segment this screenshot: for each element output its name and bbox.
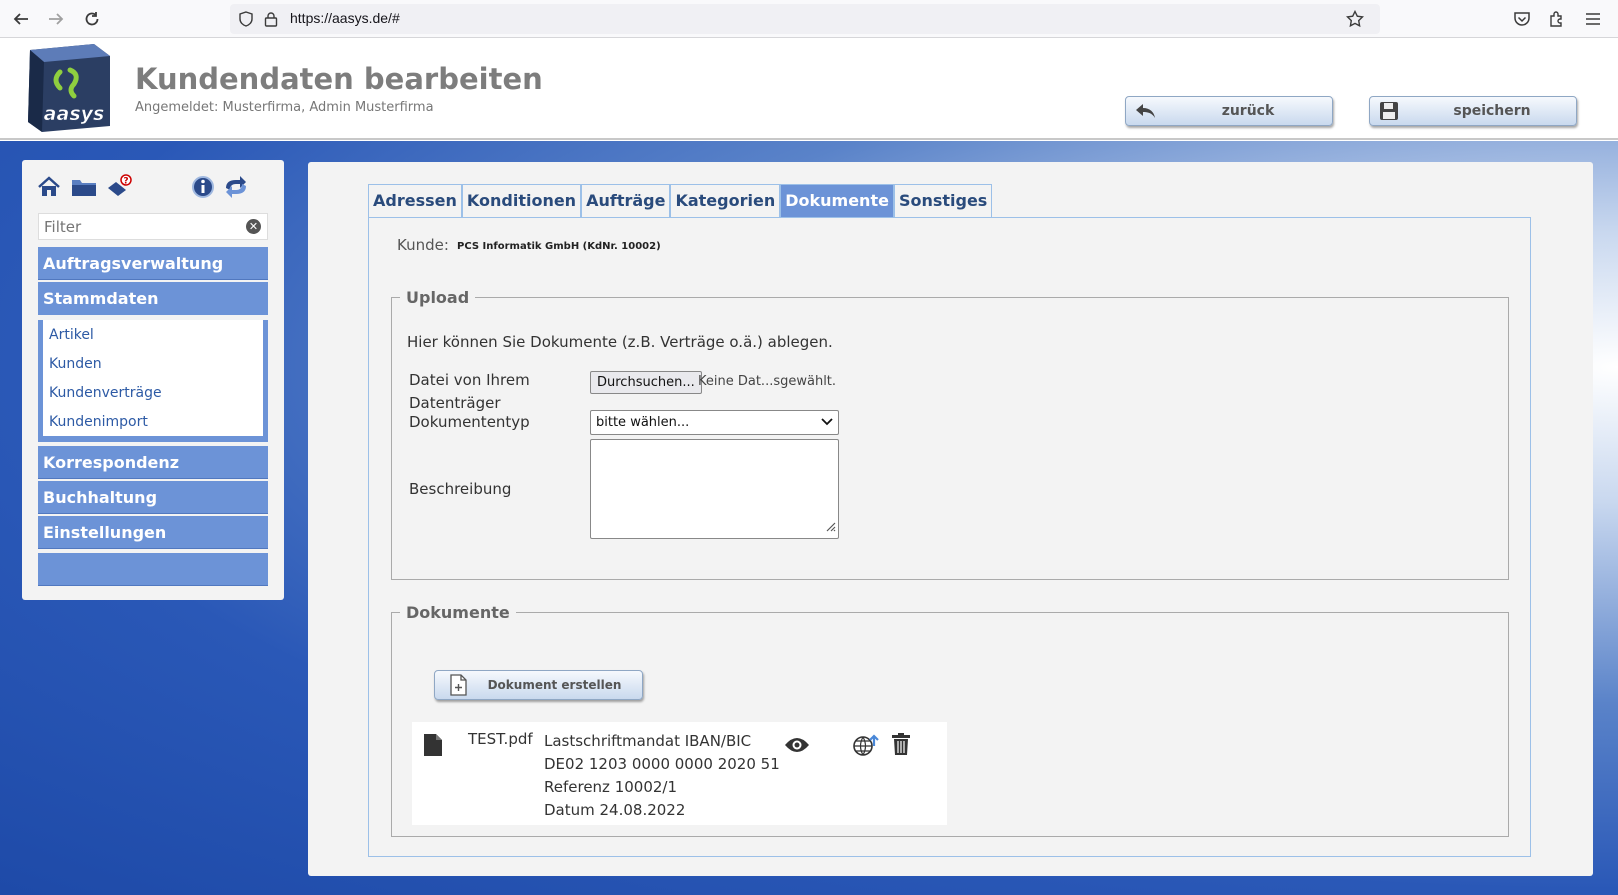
description-label: Beschreibung	[409, 480, 512, 498]
tab-auftraege[interactable]: Aufträge	[581, 184, 671, 217]
resize-grip-icon[interactable]	[824, 520, 836, 536]
tab-content-dokumente: Kunde: PCS Informatik GmbH (KdNr. 10002)…	[368, 217, 1531, 857]
create-document-button[interactable]: Dokument erstellen	[434, 670, 643, 700]
tab-bar: Adressen Konditionen Aufträge Kategorien…	[368, 184, 993, 217]
menu-stammdaten[interactable]: Stammdaten	[38, 282, 268, 315]
trash-icon[interactable]	[890, 732, 916, 758]
stammdaten-submenu: Artikel Kunden Kundenverträge Kundenimpo…	[38, 320, 268, 442]
pocket-icon[interactable]	[1510, 7, 1534, 31]
document-description: Lastschriftmandat IBAN/BIC DE02 1203 000…	[544, 732, 780, 819]
floppy-disk-icon	[1370, 101, 1408, 121]
forward-arrow-icon[interactable]	[44, 7, 68, 31]
customer-value: PCS Informatik GmbH (KdNr. 10002)	[457, 241, 661, 252]
file-label-line1: Datei von Ihrem	[409, 371, 530, 389]
browse-button[interactable]: Durchsuchen...	[590, 371, 702, 394]
tab-dokumente[interactable]: Dokumente	[780, 184, 894, 217]
back-button[interactable]: zurück	[1125, 96, 1333, 126]
file-label: Datei von Ihrem Datenträger	[409, 369, 530, 415]
address-bar[interactable]: https://aasys.de/#	[230, 4, 1380, 34]
globe-upload-icon[interactable]	[852, 732, 879, 758]
menu-korrespondenz[interactable]: Korrespondenz	[38, 446, 268, 479]
filter-field[interactable]: ✕	[38, 213, 268, 240]
tab-sonstiges[interactable]: Sonstiges	[893, 184, 993, 217]
upload-fieldset: Upload Hier können Sie Dokumente (z.B. V…	[391, 288, 1509, 580]
tab-adressen[interactable]: Adressen	[368, 184, 462, 217]
menu-einstellungen[interactable]: Einstellungen	[38, 516, 268, 549]
home-icon[interactable]	[36, 174, 64, 202]
no-file-selected-text: Keine Dat...sgewählt.	[698, 374, 837, 389]
submenu-item-kundenvertraege[interactable]: Kundenverträge	[43, 382, 263, 411]
menu-auftragsverwaltung[interactable]: Auftragsverwaltung	[38, 247, 268, 280]
lock-icon[interactable]	[264, 11, 278, 31]
aasys-logo[interactable]: aasys	[22, 42, 112, 132]
clear-filter-icon[interactable]: ✕	[246, 219, 261, 234]
submenu-item-kunden[interactable]: Kunden	[43, 353, 263, 382]
description-textarea[interactable]	[590, 439, 839, 539]
app-header: aasys Kundendaten bearbeiten Angemeldet:…	[0, 38, 1618, 140]
submenu-item-artikel[interactable]: Artikel	[43, 324, 263, 353]
back-button-label: zurück	[1221, 103, 1275, 119]
documents-fieldset: Dokumente Dokument erstellen TEST.pdf La…	[391, 603, 1509, 837]
documents-legend: Dokumente	[406, 603, 510, 622]
shield-icon[interactable]	[238, 11, 254, 31]
info-icon[interactable]	[190, 174, 218, 202]
customer-label: Kunde:	[397, 236, 449, 254]
new-document-icon	[435, 674, 481, 696]
doctype-label: Dokumententyp	[409, 413, 530, 431]
upload-legend: Upload	[406, 288, 470, 307]
reload-icon[interactable]	[80, 7, 104, 31]
view-eye-icon[interactable]	[784, 732, 810, 758]
svg-text:?: ?	[123, 177, 128, 187]
login-info: Angemeldet: Musterfirma, Admin Musterfir…	[135, 100, 434, 115]
doctype-select[interactable]: bitte wählen...	[590, 410, 839, 435]
save-button-label: speichern	[1453, 103, 1531, 119]
file-icon	[423, 733, 443, 757]
url-text[interactable]: https://aasys.de/#	[290, 10, 400, 26]
doctype-selected-value: bitte wählen...	[596, 415, 690, 430]
menu-hamburger-icon[interactable]	[1581, 7, 1605, 31]
browser-toolbar: https://aasys.de/#	[0, 0, 1618, 38]
sidebar: ? ✕ Auftragsverwaltung Stammdaten Artike…	[22, 160, 284, 600]
document-name[interactable]: TEST.pdf	[468, 730, 533, 748]
document-row: TEST.pdf Lastschriftmandat IBAN/BIC DE02…	[412, 722, 947, 825]
menu-buchhaltung[interactable]: Buchhaltung	[38, 481, 268, 514]
main-panel: Adressen Konditionen Aufträge Kategorien…	[308, 162, 1593, 876]
save-button[interactable]: speichern	[1369, 96, 1577, 126]
help-tools-icon[interactable]: ?	[106, 174, 134, 202]
filter-input[interactable]	[39, 214, 234, 239]
refresh-arrows-icon[interactable]	[222, 174, 250, 202]
extensions-icon[interactable]	[1545, 7, 1569, 31]
submenu-item-kundenimport[interactable]: Kundenimport	[43, 411, 263, 440]
upload-hint: Hier können Sie Dokumente (z.B. Verträge…	[407, 333, 833, 351]
back-arrow-icon[interactable]	[9, 7, 33, 31]
bookmark-star-icon[interactable]	[1345, 9, 1365, 32]
create-document-label: Dokument erstellen	[487, 678, 622, 692]
svg-text:aasys: aasys	[44, 103, 105, 125]
folder-icon[interactable]	[70, 174, 98, 202]
page-title: Kundendaten bearbeiten	[135, 62, 543, 96]
chevron-down-icon	[821, 415, 833, 430]
tab-konditionen[interactable]: Konditionen	[461, 184, 582, 217]
menu-empty	[38, 553, 268, 586]
reply-arrow-icon	[1126, 102, 1164, 120]
tab-kategorien[interactable]: Kategorien	[670, 184, 781, 217]
